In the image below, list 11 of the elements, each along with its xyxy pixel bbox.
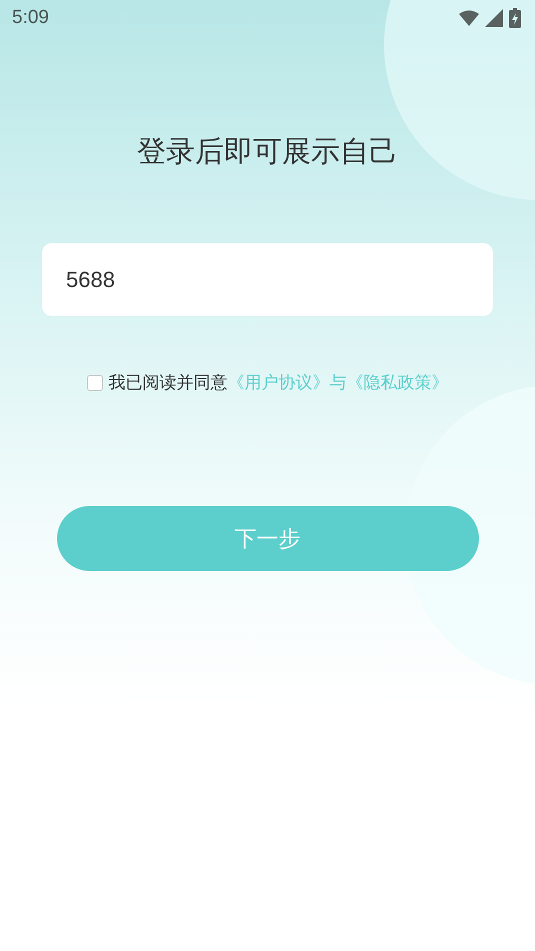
next-button[interactable]: 下一步 xyxy=(56,506,478,571)
agreement-text: 我已阅读并同意《用户协议》与《隐私政策》 xyxy=(108,372,448,394)
agreement-checkbox[interactable] xyxy=(86,374,102,390)
policy-link[interactable]: 《用户协议》 xyxy=(228,373,330,393)
phone-input-field[interactable]: 5688 xyxy=(42,243,493,316)
wifi-icon xyxy=(459,10,479,26)
page-title: 登录后即可展示自己 xyxy=(137,133,398,170)
policy-link[interactable]: 《隐私政策》 xyxy=(346,373,448,393)
status-time: 5:09 xyxy=(12,7,49,29)
battery-charging-icon xyxy=(509,8,521,28)
signal-icon xyxy=(485,9,503,27)
